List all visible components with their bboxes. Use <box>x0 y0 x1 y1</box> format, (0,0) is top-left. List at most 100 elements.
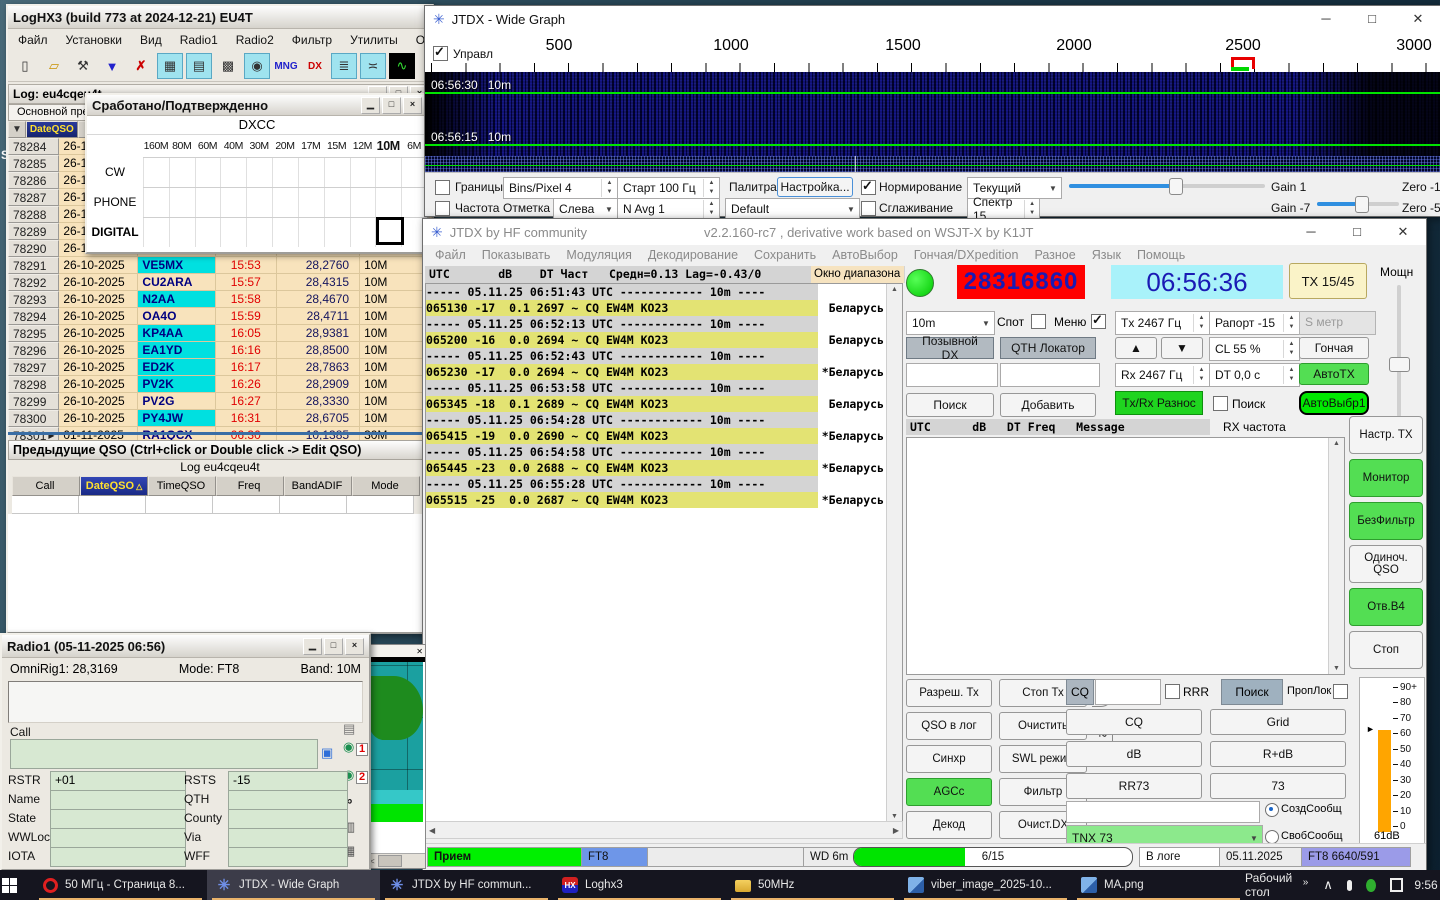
field-input[interactable] <box>228 828 348 848</box>
bins-pixel-spinner[interactable]: Bins/Pixel 4▲▼ <box>503 177 618 199</box>
minimize-button[interactable]: ▁ <box>303 638 322 655</box>
proplok-checkbox[interactable] <box>1333 684 1348 699</box>
cl-spinner[interactable]: CL 55 %▲▼ <box>1209 337 1300 361</box>
decode-line[interactable]: 065130 -17 0.1 2697 ~ CQ EW4M KO23 Белар… <box>426 300 887 316</box>
antivirus-icon[interactable] <box>1366 879 1376 892</box>
menu-item[interactable]: АвтоВыбор <box>832 248 898 262</box>
decode-line[interactable]: ----- 05.11.25 06:54:28 UTC ------------… <box>426 412 887 428</box>
autotx-button[interactable]: АвтоTX <box>1299 363 1369 385</box>
dxcc-titlebar[interactable]: Сработано/Подтвержденно ▁□× <box>87 95 427 116</box>
start-freq-spinner[interactable]: Старт 100 Гц▲▼ <box>617 177 720 199</box>
field-input[interactable]: +01 <box>50 771 186 791</box>
radio1-notes-box[interactable] <box>8 681 363 723</box>
frequency-checkbox[interactable] <box>435 201 450 216</box>
cq-chip[interactable]: CQ <box>1066 679 1094 705</box>
toolbar-icon[interactable]: ≍ <box>360 53 386 79</box>
toolbar-icon[interactable]: MNG <box>273 53 299 79</box>
close-button[interactable]: ✕ <box>1380 219 1426 245</box>
taskbar-item[interactable]: MA.png <box>1072 870 1245 900</box>
control-button[interactable]: Разреш. Тх <box>906 679 992 707</box>
clock[interactable]: 9:56 <box>1414 878 1437 892</box>
loghx3-titlebar[interactable]: LogHX3 (build 773 at 2024-12-21) EU4T <box>8 6 432 29</box>
maximize-button[interactable]: □ <box>382 97 401 114</box>
message-button[interactable]: CQ <box>1066 709 1202 735</box>
radio1-titlebar[interactable]: Radio1 (05-11-2025 06:56) ▁□× <box>2 635 369 658</box>
table-row[interactable]: 78297 26-10-2025 ED2K 16:17 28,7863 10M <box>8 359 432 376</box>
column-header[interactable]: BandADIF <box>284 476 352 496</box>
dt-spinner[interactable]: DT 0,0 с▲▼ <box>1209 363 1300 387</box>
free-message-input[interactable] <box>1066 801 1260 823</box>
autoselect-button[interactable]: АвтоВыбр1 <box>1299 391 1369 415</box>
toolbar-icon[interactable]: ▼ <box>99 53 125 79</box>
scroll-right-icon[interactable]: ▶ <box>893 826 902 835</box>
decode-scrollbar[interactable]: ▲▼ <box>886 284 902 822</box>
side-button[interactable]: БезФильтр <box>1349 502 1423 540</box>
globe1-icon[interactable]: ◉ <box>343 739 354 755</box>
decode-line[interactable]: 065200 -16 0.0 2694 ~ CQ EW4M KO23 Белар… <box>426 332 887 348</box>
frequency-display[interactable]: 28316860 <box>957 265 1085 299</box>
maximize-button[interactable]: □ <box>1349 6 1395 32</box>
decode-line[interactable]: 065445 -23 0.0 2688 ~ CQ EW4M KO23 *Бела… <box>426 460 887 476</box>
map-scrollbar[interactable]: < <box>367 853 425 868</box>
spectrum-spinner[interactable]: Спектр 15▲▼ <box>967 198 1040 220</box>
table-row[interactable]: 78296 26-10-2025 EA1YD 16:16 28,8500 10M <box>8 342 432 359</box>
menu-item[interactable]: Radio1 <box>180 33 218 47</box>
message-button[interactable]: Grid <box>1210 709 1346 735</box>
taskbar-item[interactable]: 50 МГц - Страница 8... <box>34 870 207 900</box>
power-slider-thumb[interactable] <box>1389 357 1410 372</box>
menu-checkbox[interactable] <box>1091 314 1106 329</box>
decode-line[interactable]: 065515 -25 0.0 2687 ~ CQ EW4M KO23 *Бела… <box>426 492 887 508</box>
palette-combo[interactable]: Default▼ <box>725 198 860 220</box>
table-row[interactable]: 78294 26-10-2025 OA4O 15:59 28,4711 10M <box>8 308 432 325</box>
table-row[interactable]: 78291 26-10-2025 VE5MX 15:53 28,2760 10M <box>8 257 432 274</box>
menu-item[interactable]: Гончая/DXpedition <box>914 248 1019 262</box>
toolbar-icon[interactable]: ✗ <box>128 53 154 79</box>
chevron-icon[interactable]: » <box>1303 877 1309 888</box>
microphone-icon[interactable] <box>1347 880 1352 891</box>
side-button[interactable]: Настр. TX <box>1349 416 1423 454</box>
toolbar-icon[interactable]: ▩ <box>215 53 241 79</box>
decode-list[interactable]: ----- 05.11.25 06:51:43 UTC ------------… <box>425 283 903 823</box>
close-button[interactable]: ✕ <box>1395 6 1440 32</box>
menu-item[interactable]: Установки <box>66 33 122 47</box>
taskbar-item[interactable]: ✳ JTDX by HF commun... <box>380 870 553 900</box>
decode-line[interactable]: 065230 -17 0.0 2694 ~ CQ EW4M KO23 *Бела… <box>426 364 887 380</box>
menu-item[interactable]: Язык <box>1092 248 1121 262</box>
call-input[interactable] <box>10 739 318 769</box>
jtdx-titlebar[interactable]: ✳ JTDX by HF community v2.2.160-rc7 , de… <box>423 219 1426 245</box>
dx-call-input[interactable] <box>906 363 998 387</box>
field-input[interactable]: -15 <box>228 771 348 791</box>
mark-combo[interactable]: Слева▼ <box>553 198 618 220</box>
menu-item[interactable]: Radio2 <box>236 33 274 47</box>
side-button[interactable]: Монитор <box>1349 459 1423 497</box>
splitter[interactable] <box>8 432 432 435</box>
menu-item[interactable]: Помощь <box>1137 248 1185 262</box>
toolbar-icon[interactable]: ⚒ <box>70 53 96 79</box>
stack-icon[interactable]: ▤ <box>343 721 355 737</box>
side-button[interactable]: Стоп <box>1349 631 1423 669</box>
rx-list-scrollbar[interactable]: ▲▼ <box>1328 438 1344 674</box>
rx-offset-spinner[interactable]: Rx 2467 Гц▲▼ <box>1115 363 1210 387</box>
add-button[interactable]: Добавить <box>1000 393 1096 417</box>
decode-line[interactable]: ----- 05.11.25 06:52:13 UTC ------------… <box>426 316 887 332</box>
decode-line[interactable]: ----- 05.11.25 06:53:58 UTC ------------… <box>426 380 887 396</box>
message-button[interactable]: dB <box>1066 741 1202 767</box>
smoothing-checkbox[interactable] <box>861 201 876 216</box>
power-slider-track[interactable] <box>1397 285 1401 417</box>
close-button[interactable]: × <box>403 97 422 114</box>
menu-item[interactable]: Разное <box>1034 248 1075 262</box>
network-icon[interactable] <box>1390 878 1404 892</box>
waterfall[interactable]: 06:56:30 10m 06:56:15 10m <box>425 72 1440 156</box>
field-input[interactable] <box>228 847 348 867</box>
decode-line[interactable]: ----- 05.11.25 06:54:58 UTC ------------… <box>426 444 887 460</box>
report-spinner[interactable]: Рапорт -15▲▼ <box>1209 311 1300 335</box>
rx-marker[interactable] <box>1231 67 1249 71</box>
decode-line[interactable]: 065345 -18 0.1 2689 ~ CQ EW4M KO23 Белар… <box>426 396 887 412</box>
field-input[interactable] <box>50 790 186 810</box>
navg-spinner[interactable]: N Avg 1▲▼ <box>617 198 720 220</box>
control-button[interactable]: QSO в лог <box>906 712 992 740</box>
table-row[interactable]: 78293 26-10-2025 N2AA 15:58 28,4670 10M <box>8 291 432 308</box>
tx-offset-spinner[interactable]: Tx 2467 Гц▲▼ <box>1115 311 1210 335</box>
save-icon[interactable]: ▣ <box>321 745 333 761</box>
column-header[interactable]: ▼ <box>8 121 26 138</box>
